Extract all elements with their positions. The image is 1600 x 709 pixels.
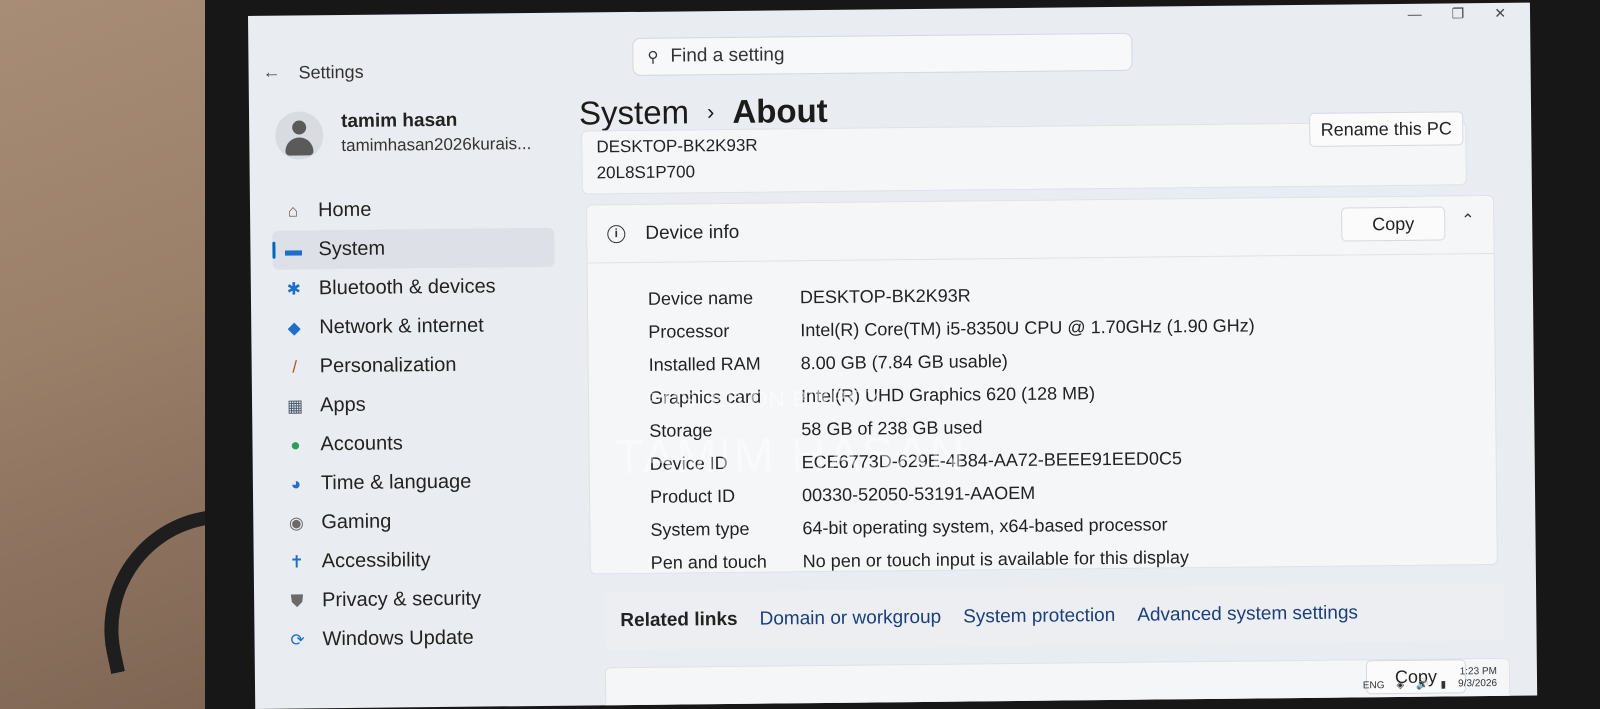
sidebar-item-label: Apps	[319, 393, 366, 417]
search-icon: ⚲	[647, 48, 659, 66]
sidebar-item-personalization[interactable]: / Personalization	[273, 345, 555, 387]
breadcrumb: System › About	[579, 92, 828, 133]
sidebar-item-windows-update[interactable]: ⟳ Windows Update	[276, 618, 558, 660]
spec-value: Intel(R) Core(TM) i5-8350U CPU @ 1.70GHz…	[800, 315, 1255, 341]
gamepad-icon: ◉	[288, 512, 304, 533]
page-title: About	[732, 91, 828, 130]
spec-label: Pen and touch	[650, 551, 767, 573]
sidebar-item-bluetooth-devices[interactable]: ✱ Bluetooth & devices	[273, 267, 555, 309]
pc-model: 20L8S1P700	[596, 162, 696, 183]
clock[interactable]: 1:23 PM 9/3/2026	[1458, 666, 1497, 690]
sidebar-item-apps[interactable]: ▦ Apps	[274, 384, 556, 426]
spec-value: DESKTOP-BK2K93R	[799, 285, 971, 308]
apps-icon: ▦	[286, 395, 304, 416]
pc-name: DESKTOP-BK2K93R	[596, 135, 758, 157]
bluetooth-icon: ✱	[286, 278, 302, 299]
sidebar: ⌂ Home ▬ System ✱ Bluetooth & devices ◆ Network…	[272, 189, 559, 660]
shield-icon: ⛊	[290, 590, 304, 611]
system-tray: ENG ◈ 🔊 ▮ 1:23 PM 9/3/2026	[1363, 666, 1498, 691]
device-info-header[interactable]: i Device info Copy ⌃	[587, 195, 1494, 264]
copy-device-info-button[interactable]: Copy	[1341, 206, 1446, 242]
spec-label: Processor	[648, 320, 730, 342]
minimize-button[interactable]: —	[1408, 6, 1422, 23]
device-specs-list: Device name DESKTOP-BK2K93R Processor Intel…	[648, 274, 1463, 579]
sidebar-item-accessibility[interactable]: ✝ Accessibility	[276, 540, 558, 582]
spec-label: Device ID	[649, 453, 728, 474]
system-protection-link[interactable]: System protection	[963, 605, 1115, 629]
spec-value: No pen or touch input is available for t…	[802, 547, 1190, 572]
sidebar-item-system[interactable]: ▬ System	[272, 227, 555, 270]
person-icon: ●	[290, 434, 301, 455]
sidebar-item-home[interactable]: ⌂ Home	[272, 189, 554, 231]
spec-label: System type	[650, 518, 750, 540]
sidebar-item-label: Accounts	[320, 432, 403, 456]
sidebar-item-label: Network & internet	[319, 314, 484, 339]
avatar-body	[285, 137, 314, 156]
back-arrow-icon[interactable]: ←	[262, 62, 280, 83]
update-icon: ⟳	[290, 629, 305, 650]
language-indicator[interactable]: ENG	[1363, 680, 1385, 691]
sidebar-item-network-internet[interactable]: ◆ Network & internet	[273, 306, 555, 348]
sidebar-item-label: Time & language	[320, 470, 472, 495]
wifi-icon: ◆	[287, 317, 301, 338]
advanced-system-settings-link[interactable]: Advanced system settings	[1137, 602, 1358, 626]
close-button[interactable]: ✕	[1494, 5, 1506, 22]
settings-window: — ❐ ✕ ← Settings ⚲ tamim hasan tamimhasa…	[248, 2, 1538, 709]
sidebar-item-time-language[interactable]: ◕ Time & language	[275, 462, 557, 504]
spec-row: Pen and touch No pen or touch input is av…	[651, 538, 1463, 580]
sidebar-item-label: System	[318, 237, 386, 261]
clock-date: 9/3/2026	[1458, 677, 1498, 690]
sidebar-item-label: Accessibility	[321, 549, 431, 573]
device-info-card: i Device info Copy ⌃ Device name DESKTOP-…	[585, 194, 1498, 575]
spec-value: 58 GB of 238 GB used	[801, 417, 983, 440]
rename-pc-button[interactable]: Rename this PC	[1309, 111, 1464, 147]
spec-label: Storage	[649, 420, 713, 441]
info-icon: i	[607, 225, 626, 244]
chevron-up-icon[interactable]: ⌃	[1461, 210, 1475, 230]
app-title: Settings	[298, 61, 364, 83]
search-input[interactable]	[670, 41, 1091, 68]
device-info-title: Device info	[645, 221, 740, 244]
brush-icon: /	[292, 357, 298, 377]
avatar-head	[292, 120, 307, 135]
battery-icon[interactable]: ▮	[1441, 679, 1447, 690]
spec-value: 00330-52050-53191-AAOEM	[801, 482, 1036, 506]
sidebar-item-accounts[interactable]: ● Accounts	[274, 423, 556, 465]
spec-value: Intel(R) UHD Graphics 620 (128 MB)	[800, 383, 1096, 407]
window-controls: — ❐ ✕	[1408, 5, 1506, 23]
spec-value: 8.00 GB (7.84 GB usable)	[800, 351, 1008, 374]
related-links-label: Related links	[620, 608, 738, 632]
related-links-bar: Related links Domain or workgroup System…	[604, 582, 1505, 651]
sidebar-item-label: Privacy & security	[322, 587, 482, 612]
accessibility-icon: ✝	[289, 551, 304, 572]
spec-label: Device name	[647, 287, 754, 309]
user-email: tamimhasan2026kurais...	[341, 134, 532, 156]
sidebar-item-label: Home	[317, 198, 372, 222]
sidebar-item-gaming[interactable]: ◉ Gaming	[275, 501, 557, 543]
domain-workgroup-link[interactable]: Domain or workgroup	[759, 607, 941, 631]
system-icon: ▬	[284, 239, 303, 260]
spec-value: ECE6773D-629E-4B84-AA72-BEEE91EED0C5	[801, 448, 1183, 473]
spec-label: Graphics card	[648, 386, 762, 408]
wifi-tray-icon[interactable]: ◈	[1396, 680, 1404, 691]
chevron-right-icon: ›	[706, 99, 715, 125]
sidebar-item-label: Gaming	[321, 510, 392, 534]
volume-icon[interactable]: 🔊	[1416, 680, 1429, 691]
avatar[interactable]	[275, 111, 324, 160]
sidebar-item-label: Bluetooth & devices	[318, 275, 496, 300]
search-box[interactable]: ⚲	[632, 32, 1133, 76]
spec-label: Installed RAM	[648, 353, 761, 375]
spec-value: 64-bit operating system, x64-based proce…	[802, 514, 1168, 539]
spec-label: Product ID	[649, 485, 736, 507]
home-icon: ⌂	[287, 200, 299, 221]
breadcrumb-parent[interactable]: System	[579, 93, 689, 132]
maximize-button[interactable]: ❐	[1452, 5, 1465, 22]
clock-time: 1:23 PM	[1459, 665, 1497, 678]
sidebar-item-label: Windows Update	[322, 626, 474, 651]
sidebar-item-label: Personalization	[319, 353, 457, 378]
user-name: tamim hasan	[341, 109, 458, 133]
sidebar-item-privacy-security[interactable]: ⛊ Privacy & security	[276, 579, 558, 621]
globe-icon: ◕	[290, 473, 302, 494]
